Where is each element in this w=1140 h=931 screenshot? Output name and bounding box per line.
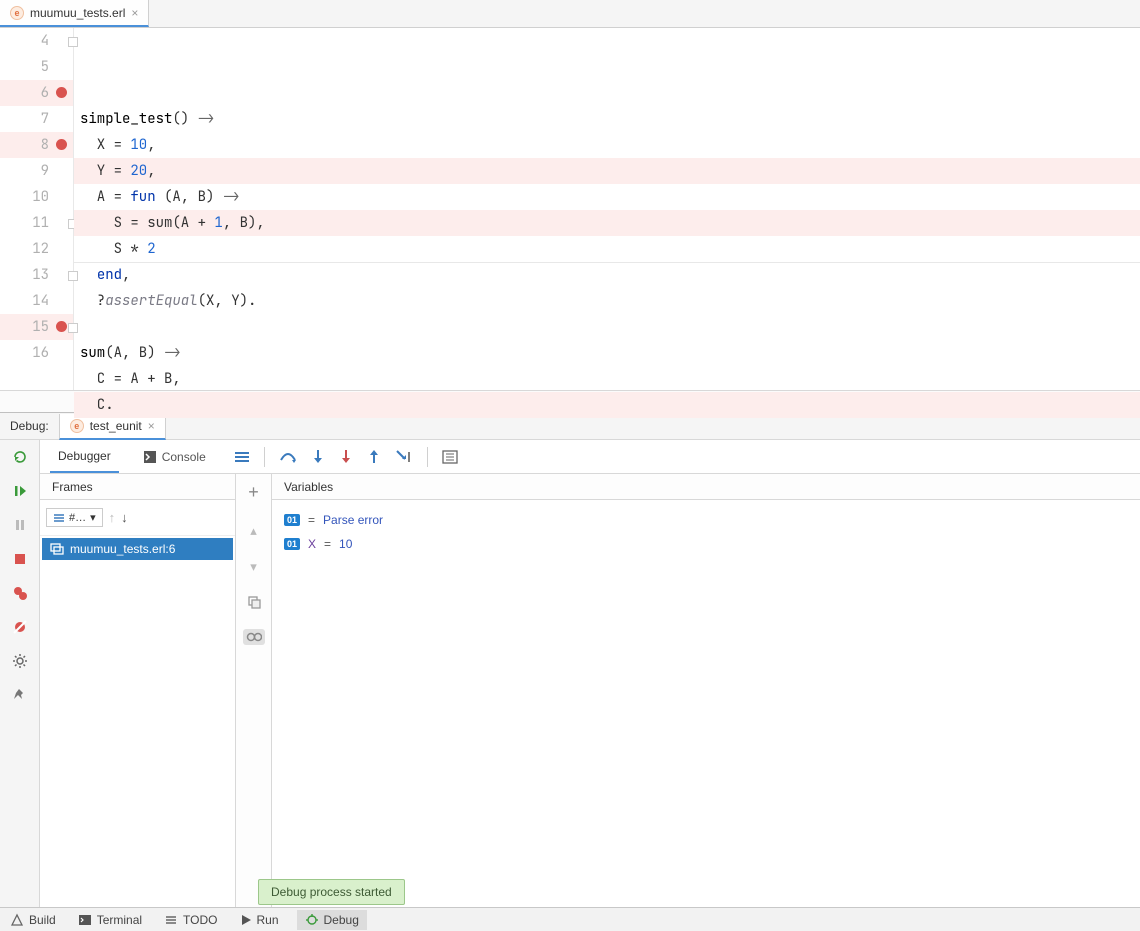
function-separator [74,262,1140,263]
gutter-line[interactable]: 5 [0,54,73,80]
new-watch-icon[interactable]: + [248,482,259,503]
step-out-icon[interactable] [367,449,381,465]
editor-code[interactable]: simple_test() -> X = 10, Y = 20, A = fun… [74,28,1140,390]
scroll-down-icon[interactable]: ▾ [250,559,257,575]
code-line[interactable]: A = fun (A, B) -> [74,184,1140,210]
mute-breakpoints-button[interactable] [9,616,31,638]
variables-panel: + ▴ ▾ Variables 01 = Parse error01 X = 1… [236,474,1140,907]
pause-button[interactable] [9,514,31,536]
variable-value: 10 [339,537,352,551]
statusbar-todo[interactable]: TODO [160,913,221,927]
var-type-badge: 01 [284,514,300,526]
view-breakpoints-button[interactable] [9,582,31,604]
gutter-line[interactable]: 4 [0,28,73,54]
separator [264,447,265,467]
code-line[interactable]: Y = 20, [74,158,1140,184]
code-line[interactable]: S = sum(A + 1, B), [74,210,1140,236]
editor-tab[interactable]: e muumuu_tests.erl × [0,0,149,27]
gutter-line[interactable]: 6 [0,80,73,106]
rerun-button[interactable] [9,446,31,468]
variables-list[interactable]: 01 = Parse error01 X = 10 [272,500,1140,564]
code-editor[interactable]: 45678910111213141516 simple_test() -> X … [0,28,1140,390]
tab-console[interactable]: Console [135,440,214,473]
editor-gutter[interactable]: 45678910111213141516 [0,28,74,390]
variable-row[interactable]: 01 = Parse error [284,508,1128,532]
variables-toolbar: + ▴ ▾ [236,474,272,907]
code-line[interactable]: C. [74,392,1140,418]
debug-main: Debugger Console [40,440,1140,907]
status-tooltip: Debug process started [258,879,405,905]
copy-icon[interactable] [247,595,261,609]
code-line[interactable]: simple_test() -> [74,106,1140,132]
code-line[interactable]: S * 2 [74,236,1140,262]
variables-header: Variables [272,474,1140,500]
code-line[interactable]: ?assertEqual(X, Y). [74,288,1140,314]
settings-button[interactable] [9,650,31,672]
equals: = [324,537,331,551]
gutter-line[interactable]: 12 [0,236,73,262]
var-type-badge: 01 [284,538,300,550]
code-line[interactable] [74,314,1140,340]
gutter-line[interactable]: 7 [0,106,73,132]
resume-button[interactable] [9,480,31,502]
stack-frame-label: muumuu_tests.erl:6 [70,542,175,556]
editor-tab-bar: e muumuu_tests.erl × [0,0,1140,28]
code-line[interactable]: sum(A, B) -> [74,340,1140,366]
debug-body: Debugger Console [0,440,1140,907]
statusbar-build[interactable]: Build [6,913,60,927]
debug-label: Debug: [10,419,49,433]
watches-icon[interactable] [243,629,265,645]
variable-value: Parse error [323,513,383,527]
debug-side-toolbar [0,440,40,907]
step-into-icon[interactable] [311,449,325,465]
show-execution-point-icon[interactable] [234,450,250,464]
debug-toolbar: Debugger Console [40,440,1140,474]
erlang-file-icon: e [10,6,24,20]
statusbar-terminal[interactable]: Terminal [74,913,146,927]
equals: = [308,513,315,527]
gutter-line[interactable]: 13 [0,262,73,288]
force-step-into-icon[interactable] [339,449,353,465]
next-frame-icon[interactable]: ↓ [121,510,128,525]
pin-button[interactable] [9,684,31,706]
scroll-up-icon[interactable]: ▴ [250,523,257,539]
frames-panel: Frames #… ▾ ↑ ↓ muumuu_tests.erl:6 [40,474,236,907]
frames-vars: Frames #… ▾ ↑ ↓ muumuu_tests.erl:6 [40,474,1140,907]
status-bar: Build Terminal TODO Run Debug [0,907,1140,931]
gutter-line[interactable]: 10 [0,184,73,210]
statusbar-debug[interactable]: Debug [297,910,367,930]
debug-tool-window: Debug: e test_eunit × [0,412,1140,907]
frames-toolbar: #… ▾ ↑ ↓ [40,500,235,536]
code-line[interactable] [74,418,1140,444]
variable-row[interactable]: 01 X = 10 [284,532,1128,556]
stop-button[interactable] [9,548,31,570]
variable-name: X [308,537,316,551]
step-icons [234,447,458,467]
gutter-line[interactable]: 14 [0,288,73,314]
thread-selector[interactable]: #… ▾ [46,508,103,527]
editor-tab-label: muumuu_tests.erl [30,6,125,20]
chevron-down-icon: ▾ [90,511,96,524]
gutter-line[interactable]: 8 [0,132,73,158]
stack-frame[interactable]: muumuu_tests.erl:6 [42,538,233,560]
close-icon[interactable]: × [131,6,138,20]
prev-frame-icon[interactable]: ↑ [109,510,116,525]
gutter-line[interactable]: 11 [0,210,73,236]
separator [427,447,428,467]
variables-body: Variables 01 = Parse error01 X = 10 [272,474,1140,907]
step-over-icon[interactable] [279,450,297,464]
code-line[interactable]: X = 10, [74,132,1140,158]
frames-header: Frames [40,474,235,500]
evaluate-expression-icon[interactable] [442,450,458,464]
code-line[interactable]: C = A + B, [74,366,1140,392]
gutter-line[interactable]: 16 [0,340,73,366]
gutter-line[interactable]: 15 [0,314,73,340]
code-line[interactable]: end, [74,262,1140,288]
run-to-cursor-icon[interactable] [395,449,413,465]
tab-debugger[interactable]: Debugger [50,440,119,473]
gutter-line[interactable]: 9 [0,158,73,184]
statusbar-run[interactable]: Run [236,913,283,927]
